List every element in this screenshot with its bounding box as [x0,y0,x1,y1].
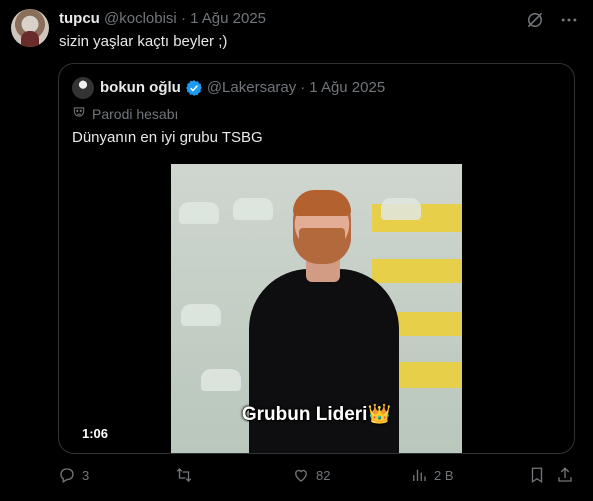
quoted-header: bokun oğlu @Lakersaray · 1 Ağu 2025 [100,78,385,98]
dot-separator: · [180,10,186,27]
theater-mask-icon [72,105,86,122]
repost-icon [176,468,192,482]
stadium-seat [179,202,219,224]
heart-icon [295,469,307,482]
post-header: tupcu @koclobisi · 1 Ağu 2025 [59,9,266,29]
quoted-post[interactable]: bokun oğlu @Lakersaray · 1 Ağu 2025 Paro… [58,63,575,454]
verified-badge-icon [185,79,203,97]
reply-count: 3 [82,467,90,483]
post-date[interactable]: 1 Ağu 2025 [190,10,266,27]
reply-icon [60,468,74,483]
tweet[interactable]: tupcu @koclobisi · 1 Ağu 2025 sizin yaşl… [0,0,593,501]
top-actions [525,10,579,30]
quoted-text: Dünyanın en iyi grubu TSBG [72,129,263,146]
quoted-author-handle[interactable]: @Lakersaray [207,78,296,98]
grok-icon[interactable] [525,10,545,30]
video-player[interactable]: Grubun Lideri👑 [171,164,462,453]
video-caption: Grubun Lideri👑 [241,404,392,425]
share-icon [558,467,572,482]
stadium-stripe [372,259,462,283]
reply-button[interactable]: 3 [58,466,89,484]
parody-label: Parodi hesabı [72,105,178,122]
person-hair [293,190,351,216]
action-bar: 3 82 2 B [58,466,578,490]
more-options-icon[interactable] [559,10,579,30]
stadium-seat [233,198,273,220]
quoted-date[interactable]: 1 Ağu 2025 [309,78,385,98]
stadium-seat [201,369,241,391]
author-name[interactable]: tupcu [59,10,100,27]
avatar[interactable] [11,9,49,47]
like-button[interactable]: 82 [292,466,330,484]
post-text: sizin yaşlar kaçtı beyler ;) [59,33,228,50]
person-body [249,269,399,453]
repost-button[interactable] [175,466,199,484]
stadium-seat [381,198,421,220]
quoted-author-name[interactable]: bokun oğlu [100,78,181,98]
quoted-avatar[interactable] [72,77,94,99]
bookmark-button[interactable] [528,466,546,484]
share-button[interactable] [556,466,574,484]
bookmark-icon [531,467,543,484]
stadium-seat [181,304,221,326]
parody-text: Parodi hesabı [92,105,179,122]
views-icon [413,469,426,481]
author-handle[interactable]: @koclobisi [104,10,177,27]
like-count: 82 [316,467,331,483]
views-count: 2 B [434,467,454,483]
dot-separator: · [300,79,306,96]
views-button[interactable]: 2 B [410,466,454,484]
video-duration: 1:06 [78,425,113,442]
